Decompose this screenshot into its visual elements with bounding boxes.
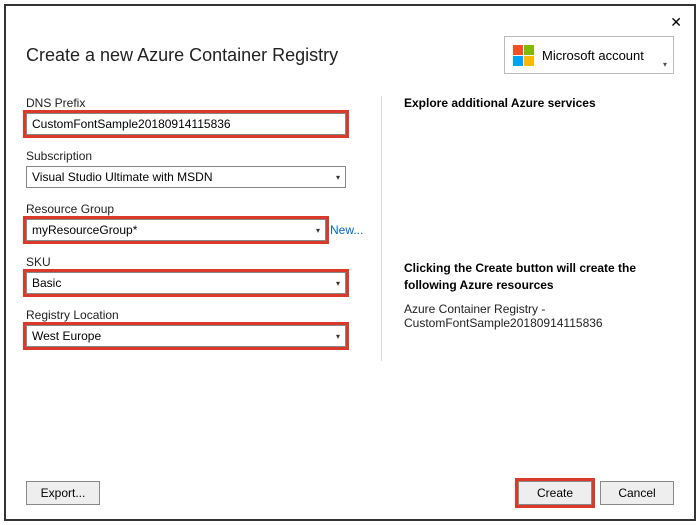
microsoft-logo-icon bbox=[513, 45, 534, 66]
page-title: Create a new Azure Container Registry bbox=[26, 45, 338, 66]
dns-prefix-input[interactable]: CustomFontSample20180914115836 bbox=[26, 113, 346, 135]
subscription-label: Subscription bbox=[26, 149, 366, 163]
close-icon[interactable]: ✕ bbox=[670, 14, 682, 31]
resource-group-value: myResourceGroup* bbox=[32, 223, 137, 237]
sku-label: SKU bbox=[26, 255, 366, 269]
explore-services-heading: Explore additional Azure services bbox=[404, 96, 674, 110]
chevron-down-icon: ▾ bbox=[336, 173, 340, 182]
chevron-down-icon: ▾ bbox=[336, 332, 340, 341]
body: DNS Prefix CustomFontSample2018091411583… bbox=[6, 84, 694, 361]
registry-location-dropdown[interactable]: West Europe ▾ bbox=[26, 325, 346, 347]
subscription-dropdown[interactable]: Visual Studio Ultimate with MSDN ▾ bbox=[26, 166, 346, 188]
account-dropdown[interactable]: Microsoft account ▾ bbox=[504, 36, 674, 74]
resource-group-label: Resource Group bbox=[26, 202, 366, 216]
account-label: Microsoft account bbox=[542, 48, 644, 63]
registry-location-label: Registry Location bbox=[26, 308, 366, 322]
export-button[interactable]: Export... bbox=[26, 481, 100, 505]
dns-prefix-label: DNS Prefix bbox=[26, 96, 366, 110]
create-button[interactable]: Create bbox=[518, 481, 592, 505]
registry-location-value: West Europe bbox=[32, 329, 101, 343]
chevron-down-icon: ▾ bbox=[316, 226, 320, 235]
footer: Export... Create Cancel bbox=[26, 481, 674, 505]
dns-prefix-value: CustomFontSample20180914115836 bbox=[32, 117, 231, 131]
create-info-heading: Clicking the Create button will create t… bbox=[404, 260, 674, 294]
form-column: DNS Prefix CustomFontSample2018091411583… bbox=[26, 96, 381, 361]
resource-group-dropdown[interactable]: myResourceGroup* ▾ bbox=[26, 219, 326, 241]
sku-dropdown[interactable]: Basic ▾ bbox=[26, 272, 346, 294]
new-resource-group-link[interactable]: New... bbox=[330, 223, 363, 237]
sku-value: Basic bbox=[32, 276, 61, 290]
header: Create a new Azure Container Registry Mi… bbox=[6, 6, 694, 84]
dialog-window: ✕ Create a new Azure Container Registry … bbox=[4, 4, 696, 521]
resource-summary-line: Azure Container Registry - CustomFontSam… bbox=[404, 302, 674, 330]
cancel-button[interactable]: Cancel bbox=[600, 481, 674, 505]
subscription-value: Visual Studio Ultimate with MSDN bbox=[32, 170, 213, 184]
footer-right-buttons: Create Cancel bbox=[518, 481, 674, 505]
chevron-down-icon: ▾ bbox=[663, 60, 667, 69]
chevron-down-icon: ▾ bbox=[336, 279, 340, 288]
info-column: Explore additional Azure services Clicki… bbox=[381, 96, 674, 361]
